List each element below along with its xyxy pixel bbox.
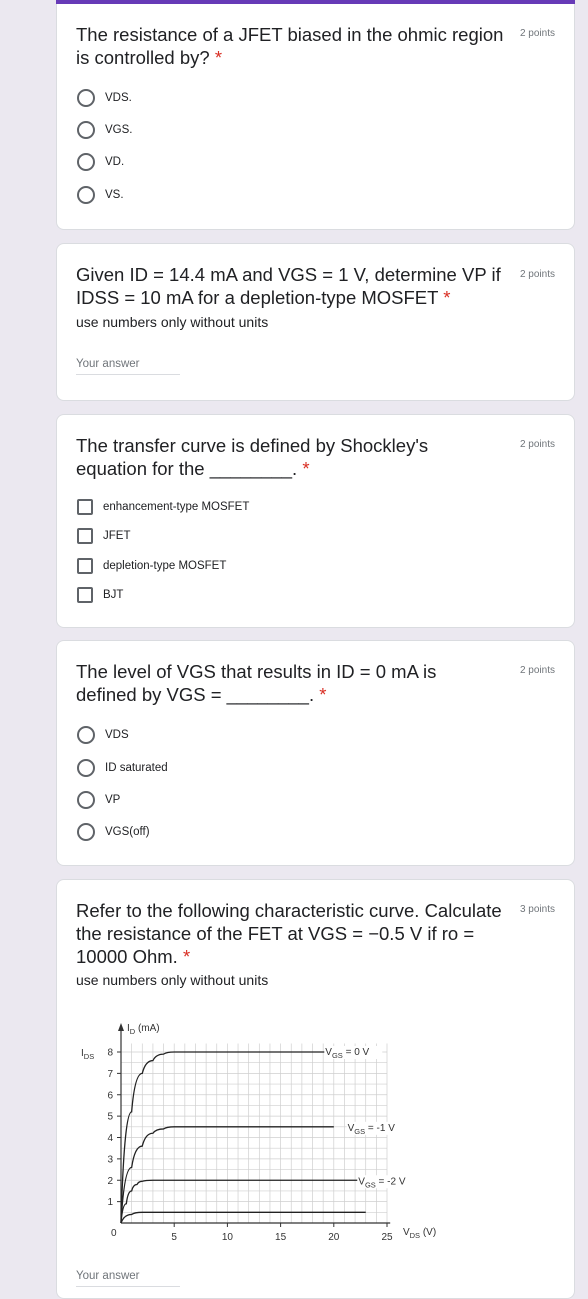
y-tick-label: 4: [107, 1133, 113, 1144]
question-card-1: The resistance of a JFET biased in the o…: [56, 4, 575, 230]
option-label: BJT: [103, 589, 124, 601]
checkbox[interactable]: [77, 499, 93, 515]
option-label: VD.: [105, 156, 125, 168]
checkbox[interactable]: [77, 587, 93, 603]
checkbox[interactable]: [77, 528, 93, 544]
question-card-2: Given ID = 14.4 mA and VGS = 1 V, determ…: [56, 243, 575, 401]
radio-button[interactable]: [77, 726, 95, 744]
radio-option[interactable]: VDS.: [77, 88, 132, 108]
chart-labels: 123456785 10 15 20 250ID (mA)IDSVDS (V)VGS =…: [81, 1023, 436, 1243]
x-tick-label: 5: [171, 1232, 177, 1243]
question-card-4: The level of VGS that results in ID = 0 …: [56, 640, 575, 866]
question-title: Given ID = 14.4 mA and VGS = 1 V, determ…: [76, 264, 501, 308]
required-asterisk: *: [182, 946, 191, 967]
option-label: VS.: [105, 189, 124, 201]
characteristic-curve-figure: 123456785 10 15 20 250ID (mA)IDSVDS (V)VGS =…: [81, 1023, 436, 1243]
radio-button[interactable]: [77, 186, 95, 204]
radio-button[interactable]: [77, 823, 95, 841]
y-tick-label: 8: [107, 1048, 113, 1059]
question-title: The transfer curve is defined by Shockle…: [76, 435, 429, 479]
required-asterisk: *: [214, 47, 223, 68]
points-label: 2 points: [519, 665, 555, 676]
question-title: The level of VGS that results in ID = 0 …: [76, 661, 437, 705]
required-asterisk: *: [443, 287, 451, 308]
option-label: VDS.: [105, 92, 132, 104]
option-label: ID saturated: [105, 762, 168, 774]
option-label: VP: [105, 794, 121, 806]
x-axis-title: VDS (V): [403, 1227, 436, 1240]
checkbox-option[interactable]: BJT: [77, 585, 123, 605]
points-label: 2 points: [519, 28, 555, 39]
y-tick-label: 3: [107, 1154, 113, 1165]
checkbox-option[interactable]: enhancement-type MOSFET: [77, 497, 249, 517]
option-label: VGS.: [105, 124, 133, 136]
short-answer-input[interactable]: Your answer: [76, 1270, 180, 1287]
question-description: use numbers only without units: [76, 972, 269, 988]
y-tick-label: 1: [107, 1197, 113, 1208]
required-asterisk: *: [319, 684, 327, 705]
question-title: The resistance of a JFET biased in the o…: [76, 24, 504, 68]
option-label: enhancement-type MOSFET: [103, 501, 250, 513]
x-tick-label: 25: [381, 1232, 393, 1243]
radio-button[interactable]: [77, 89, 95, 107]
option-label: VDS: [105, 729, 129, 741]
y-axis-arrow: [118, 1023, 124, 1031]
x-tick-label: 20: [328, 1232, 340, 1243]
radio-button[interactable]: [77, 121, 95, 139]
radio-option[interactable]: ID saturated: [77, 758, 168, 778]
question-title: Refer to the following characteristic cu…: [76, 900, 502, 967]
x-tick-label: 15: [275, 1232, 287, 1243]
option-label: depletion-type MOSFET: [103, 560, 227, 572]
radio-option[interactable]: VD.: [77, 152, 124, 172]
x-tick-label: 10: [222, 1232, 234, 1243]
short-answer-input[interactable]: Your answer: [76, 358, 180, 375]
characteristic-curve: [120, 1211, 366, 1224]
checkbox-option[interactable]: depletion-type MOSFET: [77, 556, 226, 576]
y-tick-label: 7: [107, 1069, 113, 1080]
y-tick-label: 5: [107, 1112, 113, 1123]
radio-button[interactable]: [77, 759, 95, 777]
y-tick-label: 2: [107, 1176, 113, 1187]
question-card-5: Refer to the following characteristic cu…: [56, 879, 575, 1299]
checkbox[interactable]: [77, 558, 93, 574]
origin-label: 0: [111, 1228, 117, 1239]
option-label: VGS(off): [105, 826, 150, 838]
question-card-3: The transfer curve is defined by Shockle…: [56, 414, 575, 628]
idss-label: IDS: [81, 1048, 94, 1061]
radio-option[interactable]: VGS.: [77, 120, 132, 140]
radio-option[interactable]: VP: [77, 790, 120, 810]
points-label: 2 points: [519, 269, 555, 280]
radio-button[interactable]: [77, 153, 95, 171]
points-label: 3 points: [519, 904, 555, 915]
question-description: use numbers only without units: [76, 314, 269, 330]
checkbox-option[interactable]: JFET: [77, 526, 130, 546]
y-axis-title: ID (mA): [127, 1023, 160, 1036]
radio-option[interactable]: VGS(off): [77, 822, 150, 842]
option-label: JFET: [103, 530, 131, 542]
points-label: 2 points: [519, 439, 555, 450]
radio-option[interactable]: VDS: [77, 725, 129, 745]
radio-option[interactable]: VS.: [77, 185, 124, 205]
required-asterisk: *: [302, 458, 310, 479]
radio-button[interactable]: [77, 791, 95, 809]
y-tick-label: 6: [107, 1090, 113, 1101]
